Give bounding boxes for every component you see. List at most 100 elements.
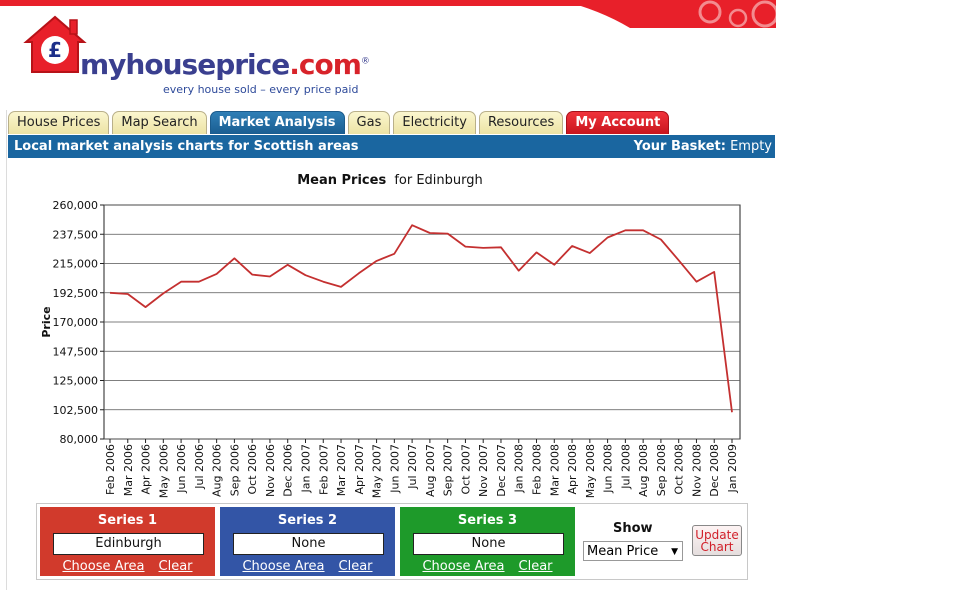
series-3-links: Choose Area Clear [400, 559, 575, 574]
x-tick-label: May 2006 [157, 444, 170, 498]
x-tick-label: Jul 2006 [193, 444, 206, 490]
x-tick-label: Dec 2008 [708, 444, 721, 497]
x-tick-label: Nov 2006 [264, 444, 277, 497]
x-tick-label: Jan 2008 [513, 444, 526, 493]
series-controls: Series 1 Edinburgh Choose Area Clear Seri… [36, 503, 748, 580]
x-tick-label: Oct 2008 [673, 444, 686, 495]
tab-electricity[interactable]: Electricity [393, 111, 476, 134]
section-title: Local market analysis charts for Scottis… [14, 139, 359, 154]
y-tick-label: 192,500 [53, 287, 99, 300]
show-label: Show [613, 521, 653, 536]
logo-tld: .com [289, 48, 362, 81]
x-tick-label: Jun 2006 [175, 444, 188, 494]
x-tick-label: Apr 2008 [566, 444, 579, 495]
chart-series [109, 224, 733, 413]
x-tick-label: Dec 2006 [282, 444, 295, 497]
x-tick-label: Sep 2006 [228, 444, 241, 496]
tab-resources[interactable]: Resources [478, 111, 564, 134]
x-tick-labels: Feb 2006 Mar 2006 Apr 2006 May 2006 Jun 2006… [104, 444, 739, 498]
logo-wordmark: myhouseprice.com® [80, 48, 370, 81]
basket-label: Your Basket: [633, 139, 726, 154]
x-tick-label: Apr 2006 [140, 444, 153, 495]
page: £ myhouseprice.com® every house sold – e… [0, 0, 776, 600]
chart-title-area: for Edinburgh [394, 173, 482, 188]
x-tick-label: Oct 2007 [459, 444, 472, 495]
x-tick-label: Mar 2007 [335, 444, 348, 496]
series-3-choose-area-link[interactable]: Choose Area [422, 559, 504, 574]
x-tick-label: Mar 2008 [548, 444, 561, 496]
series-2-panel: Series 2 None Choose Area Clear [220, 507, 395, 576]
series-2-area-field[interactable]: None [233, 533, 384, 555]
tab-my-account[interactable]: My Account [566, 111, 670, 134]
svg-text:£: £ [48, 38, 62, 62]
logo-tagline: every house sold – every price paid [163, 83, 359, 96]
section-bar: Local market analysis charts for Scottis… [8, 135, 775, 158]
chart-title-main: Mean Prices [297, 173, 386, 188]
series-1-choose-area-link[interactable]: Choose Area [62, 559, 144, 574]
show-measure-value: Mean Price [587, 544, 659, 559]
x-tick-label: Mar 2006 [122, 444, 135, 496]
x-tick-label: Jan 2009 [726, 444, 739, 493]
main-nav-tabs: House Prices Map Search Market Analysis … [8, 111, 670, 135]
x-tick-label: Jan 2007 [299, 444, 312, 493]
chart-grid [100, 204, 741, 443]
series-2-links: Choose Area Clear [220, 559, 395, 574]
series-1-clear-link[interactable]: Clear [159, 559, 193, 574]
series-2-clear-link[interactable]: Clear [339, 559, 373, 574]
y-tick-label: 215,000 [53, 258, 99, 271]
x-tick-label: May 2007 [371, 444, 384, 498]
series-3-clear-link[interactable]: Clear [519, 559, 553, 574]
x-tick-label: Nov 2008 [690, 444, 703, 497]
dropdown-arrow-icon: ▼ [671, 547, 678, 557]
y-tick-label: 147,500 [53, 345, 99, 358]
y-axis-label: Price [40, 306, 53, 337]
series-1-title: Series 1 [97, 513, 158, 528]
x-tick-label: Feb 2008 [531, 444, 544, 495]
series-3-area-field[interactable]: None [413, 533, 564, 555]
x-tick-label: Nov 2007 [477, 444, 490, 497]
series-1-links: Choose Area Clear [40, 559, 215, 574]
y-tick-label: 125,000 [53, 375, 99, 388]
basket-value: Empty [730, 139, 772, 154]
logo-registered: ® [360, 56, 370, 67]
tab-map-search[interactable]: Map Search [112, 111, 207, 134]
y-tick-label: 170,000 [53, 316, 99, 329]
tab-gas[interactable]: Gas [347, 111, 391, 134]
x-tick-label: Sep 2007 [442, 444, 455, 496]
series-2-title: Series 2 [277, 513, 338, 528]
x-tick-label: Jul 2007 [406, 444, 419, 490]
x-tick-label: Jul 2008 [619, 444, 632, 490]
basket-status[interactable]: Your Basket: Empty [634, 139, 772, 154]
x-tick-label: Dec 2007 [495, 444, 508, 497]
update-chart-button[interactable]: Update Chart [692, 525, 742, 556]
logo-name: myhouseprice [80, 48, 290, 81]
x-tick-label: Aug 2006 [211, 444, 224, 497]
x-tick-label: Oct 2006 [246, 444, 259, 495]
series-3-title: Series 3 [457, 513, 518, 528]
x-tick-label: Aug 2008 [637, 444, 650, 497]
tab-house-prices[interactable]: House Prices [8, 111, 110, 134]
series-1-panel: Series 1 Edinburgh Choose Area Clear [40, 507, 215, 576]
x-tick-label: Sep 2008 [655, 444, 668, 496]
tab-market-analysis[interactable]: Market Analysis [209, 111, 345, 134]
chart-title: Mean Prices for Edinburgh [297, 173, 483, 188]
series-line-edinburgh [109, 224, 733, 413]
x-tick-label: Jun 2007 [388, 444, 401, 494]
x-tick-label: May 2008 [584, 444, 597, 498]
y-tick-label: 80,000 [60, 433, 99, 446]
price-chart: Mean Prices for Edinburgh Price 80,000 10… [40, 173, 741, 498]
y-tick-labels: 80,000 102,500 125,000 147,500 170,000 192,50… [53, 199, 99, 446]
x-tick-label: Apr 2007 [353, 444, 366, 495]
update-chart-label-2: Chart [700, 540, 734, 554]
series-1-area-field[interactable]: Edinburgh [53, 533, 204, 555]
series-3-panel: Series 3 None Choose Area Clear [400, 507, 575, 576]
x-tick-label: Jun 2008 [602, 444, 615, 494]
show-measure-select[interactable]: Mean Price ▼ [583, 541, 683, 561]
y-tick-label: 102,500 [53, 404, 99, 417]
y-tick-label: 260,000 [53, 199, 99, 212]
header-swoosh [560, 0, 776, 28]
x-tick-label: Feb 2006 [104, 444, 117, 495]
x-tick-label: Aug 2007 [424, 444, 437, 497]
series-2-choose-area-link[interactable]: Choose Area [242, 559, 324, 574]
x-tick-label: Feb 2007 [317, 444, 330, 495]
